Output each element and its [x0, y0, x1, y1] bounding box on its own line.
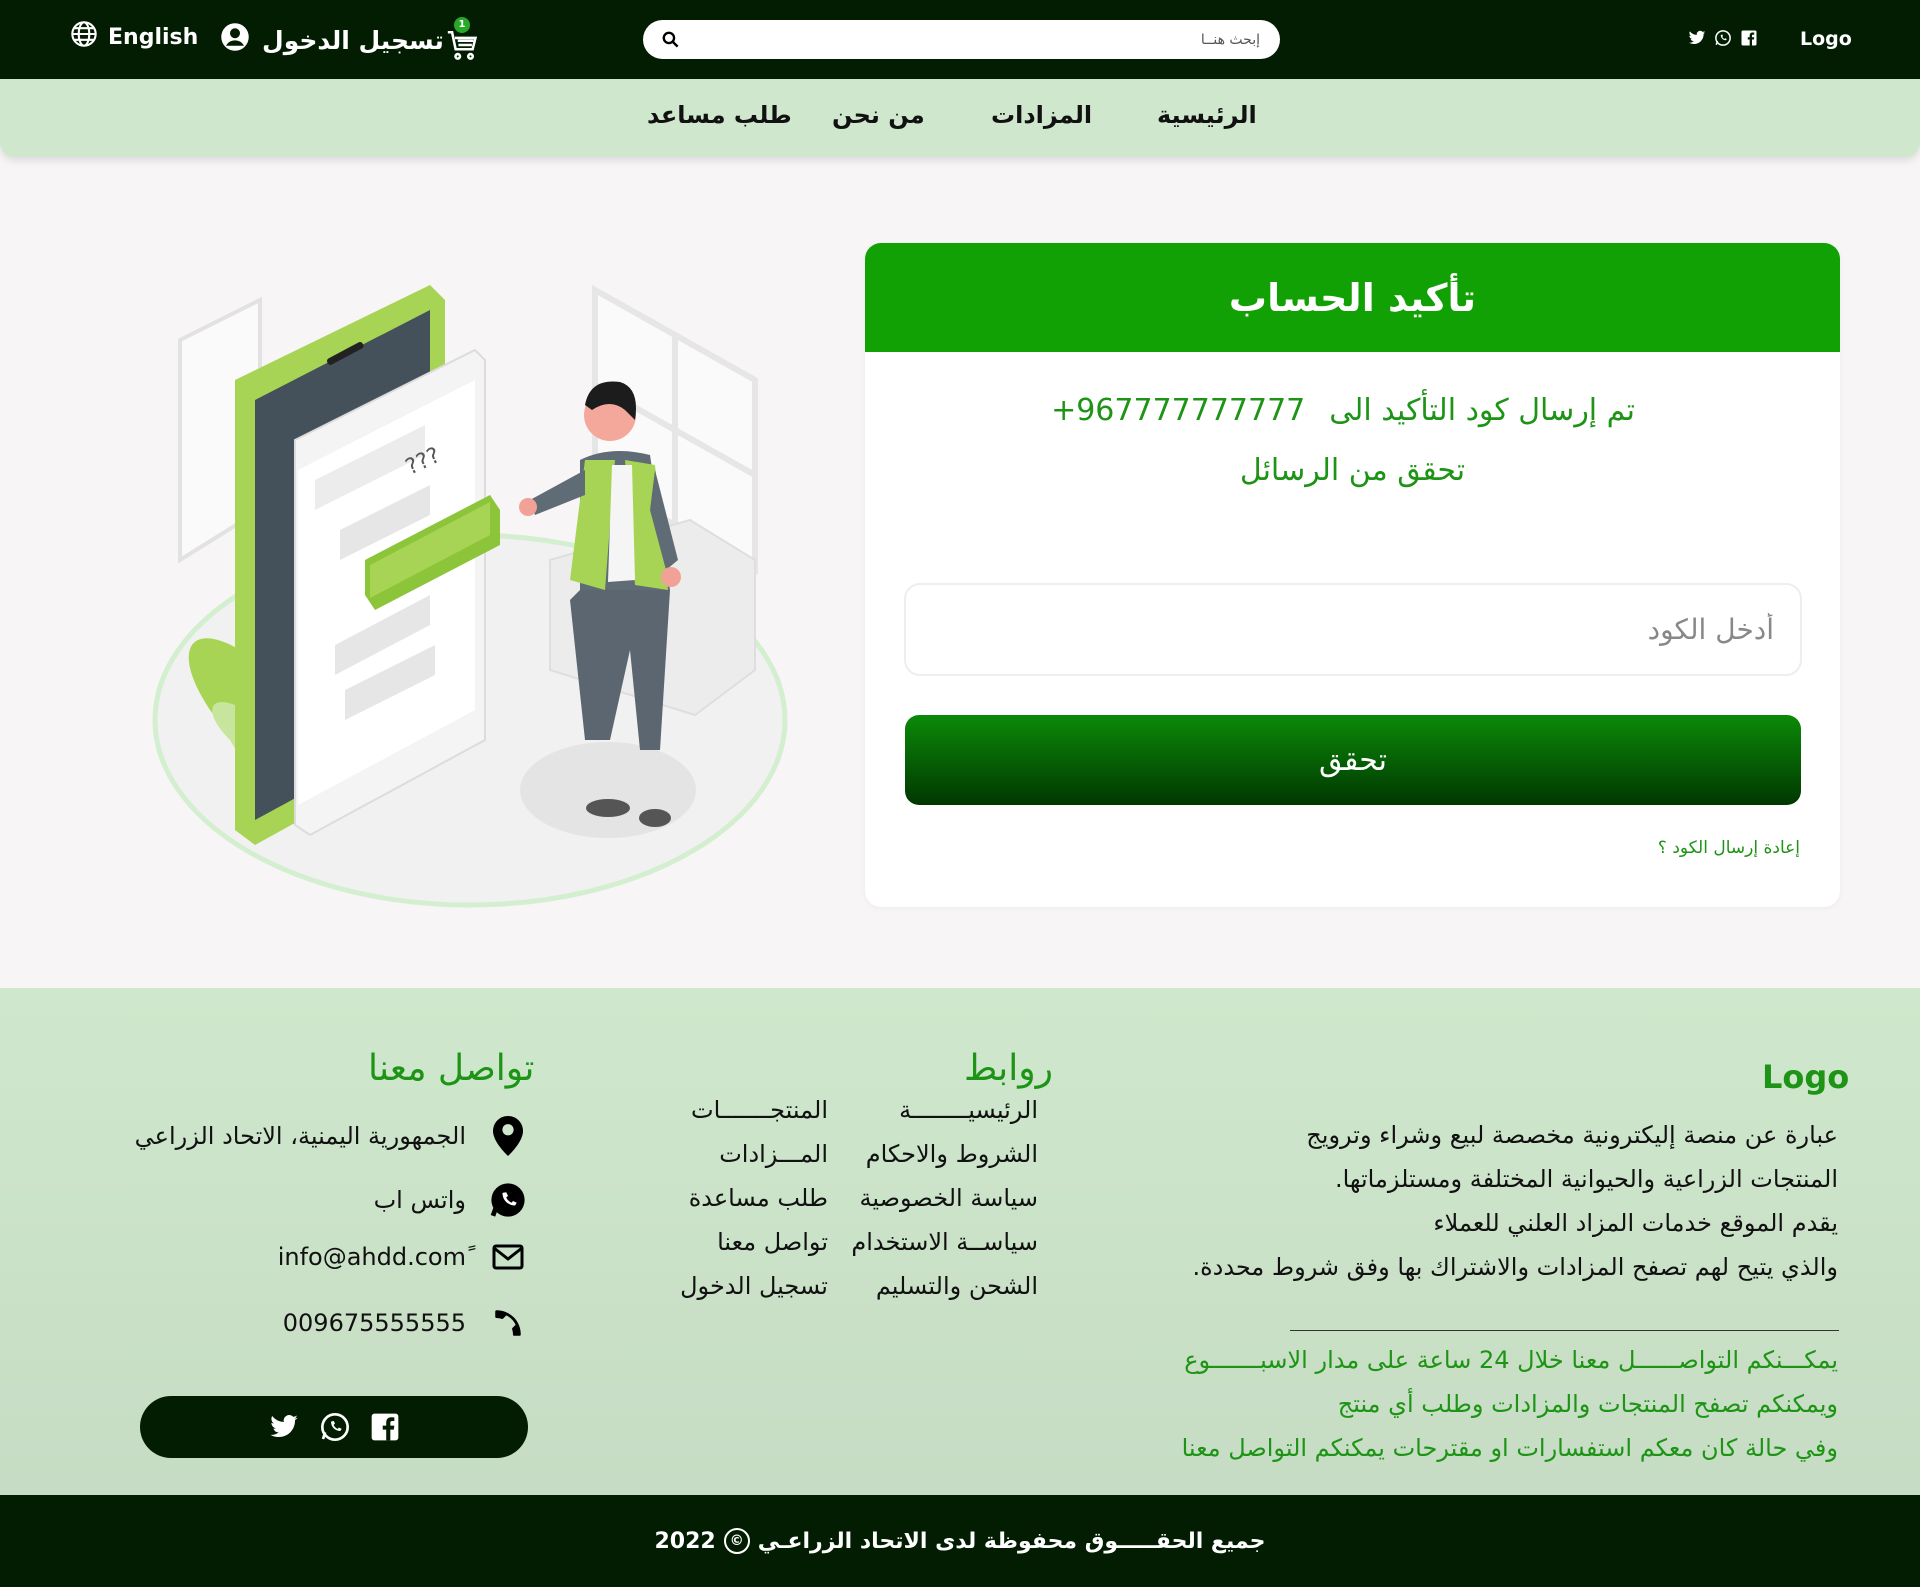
twitter-icon[interactable]: [267, 1412, 301, 1442]
contact-whatsapp[interactable]: واتس اب: [100, 1181, 530, 1219]
search-bar: [643, 20, 1280, 59]
about-line: عبارة عن منصة إليكترونية مخصصة لبيع وشرا…: [1306, 1121, 1838, 1149]
footer-link-shipping[interactable]: الشحن والتسليم: [840, 1264, 1038, 1308]
footer-link-login[interactable]: تسجيل الدخول: [640, 1264, 828, 1308]
footer-link-products[interactable]: المنتجـــــــات: [640, 1088, 828, 1132]
copyright-bar: جميع الحقـــــوق محفوظة لدى الاتحاد الزر…: [0, 1495, 1920, 1587]
footer-link-auctions[interactable]: المـــزادات: [640, 1132, 828, 1176]
about-line: المنتجات الزراعية والحيوانية المختلفة وم…: [1334, 1165, 1838, 1193]
verification-code-input[interactable]: [904, 583, 1802, 676]
links-column-2: المنتجـــــــات المـــزادات طلب مساعدة ت…: [640, 1088, 828, 1308]
search-input[interactable]: [693, 20, 1260, 59]
contact-info-line: وفي حالة كان معكم استفسارات او مقترحات ي…: [1181, 1434, 1838, 1462]
footer-social-links: [140, 1396, 528, 1458]
copyright-symbol: ©: [723, 1528, 750, 1554]
footer-link-usage-policy[interactable]: سياســة الاستخدام: [840, 1220, 1038, 1264]
verify-button[interactable]: تحقق: [905, 715, 1801, 805]
code-sent-text: تم إرسال كود التأكيد الى: [1329, 393, 1635, 428]
footer-logo[interactable]: Logo: [1762, 1058, 1849, 1096]
login-label: تسجيل الدخول: [262, 25, 444, 55]
contact-info-line: ويمكنكم تصفح المنتجات والمزادات وطلب أي …: [1337, 1390, 1838, 1418]
resend-code-link[interactable]: إعادة إرسال الكود ؟: [1658, 838, 1800, 858]
contact-email[interactable]: info@ahdd.comً: [100, 1243, 530, 1271]
contact-phone[interactable]: 009675555555: [100, 1306, 530, 1340]
card-title: تأكيد الحساب: [1228, 275, 1477, 320]
contact-address: الجمهورية اليمنية، الاتحاد الزراعي: [100, 1116, 530, 1156]
verify-account-card: تأكيد الحساب تم إرسال كود التأكيد الى +9…: [865, 243, 1840, 907]
language-switch[interactable]: English: [70, 20, 198, 54]
email-text: info@ahdd.comً: [277, 1243, 466, 1271]
copyright-year: 2022: [654, 1528, 716, 1554]
contact-info-line: يمكـــنكم التواصــــــل معنا خلال 24 ساع…: [1184, 1346, 1838, 1374]
links-title: روابط: [964, 1048, 1053, 1089]
login-button[interactable]: تسجيل الدخول: [220, 22, 444, 58]
footer-link-terms[interactable]: الشروط والاحكام: [840, 1132, 1038, 1176]
whatsapp-icon: [486, 1181, 530, 1219]
code-sent-message: تم إرسال كود التأكيد الى +967777777777: [1051, 393, 1635, 428]
about-line: يقدم الموقع خدمات المزاد العلني للعملاء: [1433, 1209, 1838, 1237]
whatsapp-icon[interactable]: [1714, 29, 1732, 51]
location-icon: [486, 1116, 530, 1156]
header-logo[interactable]: Logo: [1800, 28, 1852, 50]
footer-divider: [1290, 1330, 1839, 1331]
check-messages-text: تحقق من الرسائل: [1239, 453, 1466, 488]
search-icon[interactable]: [661, 30, 680, 53]
nav-item-about[interactable]: من نحن: [832, 101, 925, 129]
whatsapp-text: واتس اب: [373, 1186, 466, 1214]
user-icon: [220, 22, 250, 58]
nav-item-home[interactable]: الرئيسية: [1157, 101, 1257, 129]
mail-icon: [486, 1244, 530, 1270]
top-social-links: [1688, 29, 1758, 51]
links-column-1: الرئيسيــــــــة الشروط والاحكام سياسة ا…: [840, 1088, 1038, 1308]
about-line: والذي يتيح لهم تصفح المزادات والاشتراك ب…: [1192, 1253, 1838, 1281]
phone-number: +967777777777: [1051, 393, 1306, 428]
whatsapp-icon[interactable]: [319, 1411, 351, 1443]
nav-item-help-request[interactable]: طلب مساعد: [647, 101, 792, 129]
phone-icon: [486, 1306, 530, 1340]
footer-about: عبارة عن منصة إليكترونية مخصصة لبيع وشرا…: [1118, 1113, 1838, 1289]
twitter-icon[interactable]: [1688, 29, 1706, 51]
footer-link-home[interactable]: الرئيسيــــــــة: [840, 1088, 1038, 1132]
copyright-text: جميع الحقـــــوق محفوظة لدى الاتحاد الزر…: [757, 1528, 1266, 1554]
facebook-icon[interactable]: [1740, 29, 1758, 51]
card-header: تأكيد الحساب: [865, 243, 1840, 352]
contact-title: تواصل معنا: [368, 1048, 535, 1089]
verification-illustration: ???: [130, 270, 810, 910]
facebook-icon[interactable]: [369, 1411, 401, 1443]
address-text: الجمهورية اليمنية، الاتحاد الزراعي: [134, 1122, 466, 1150]
language-label: English: [108, 24, 199, 50]
footer-link-contact[interactable]: تواصل معنا: [640, 1220, 828, 1264]
footer-contact-info: يمكـــنكم التواصــــــل معنا خلال 24 ساع…: [1038, 1338, 1838, 1470]
cart-button[interactable]: 1: [445, 17, 485, 66]
top-bar: English تسجيل الدخول 1 Logo: [0, 0, 1920, 79]
cart-icon: [445, 28, 479, 66]
footer-link-help[interactable]: طلب مساعدة: [640, 1176, 828, 1220]
globe-icon: [70, 20, 98, 54]
main-nav: الرئيسية المزادات من نحن طلب مساعد: [0, 79, 1920, 157]
footer: Logo عبارة عن منصة إليكترونية مخصصة لبيع…: [0, 988, 1920, 1495]
nav-item-auctions[interactable]: المزادات: [991, 101, 1092, 129]
phone-text: 009675555555: [282, 1309, 466, 1337]
footer-link-privacy[interactable]: سياسة الخصوصية: [840, 1176, 1038, 1220]
